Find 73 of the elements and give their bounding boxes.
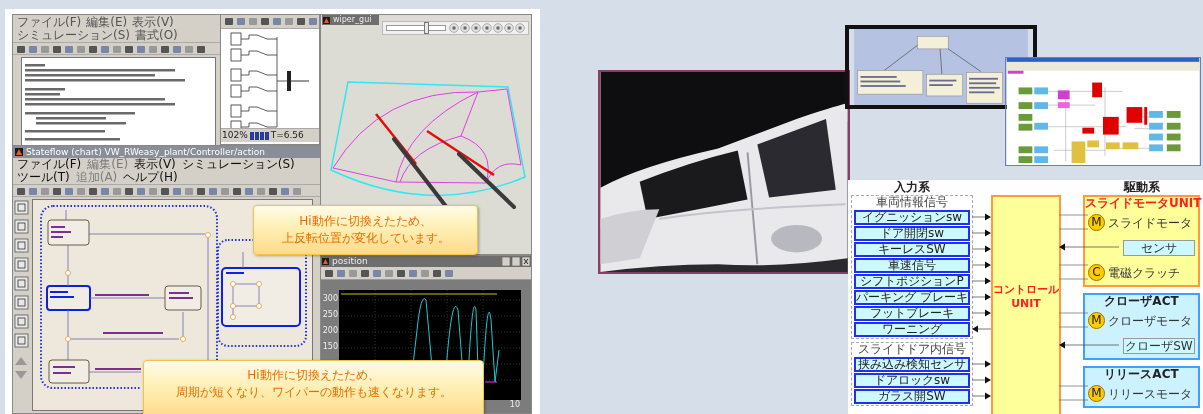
menu-item[interactable]: 編集(E): [86, 16, 128, 29]
group-title: リリースACT: [1103, 368, 1180, 381]
menu-item[interactable]: シミュレーション(S): [17, 29, 130, 42]
slider-track[interactable]: [386, 25, 446, 31]
input-arrow: [972, 261, 991, 269]
signal-box: ガラス開SW: [854, 389, 970, 404]
app-icon: [15, 148, 23, 156]
part-label: 電磁クラッチ: [1108, 264, 1180, 282]
signal-box: ドア開閉sw: [854, 226, 970, 241]
input-arrow: [972, 213, 991, 221]
simulation-time: T=6.56: [270, 128, 304, 142]
signal-box: パーキング ブレーキ: [854, 290, 970, 305]
menu-item[interactable]: ファイル(F): [17, 158, 82, 171]
part-label: クローザモータ: [1108, 312, 1192, 330]
input-arrow: [972, 309, 991, 317]
feedback-arrow: [1059, 341, 1119, 349]
window-title: Stateflow (chart) VW_RWeasy_plant/Controller/action: [26, 146, 265, 158]
input-arrow: [972, 376, 991, 384]
output-arrow: [972, 325, 991, 333]
section-title: 入力系: [894, 180, 930, 194]
input-arrow: [972, 229, 991, 237]
feedback-arrow: [1059, 243, 1119, 251]
app-icon: [322, 258, 329, 265]
axis-tick-label: 200: [322, 327, 338, 335]
part-label: スライドモータ: [1108, 214, 1192, 232]
sensor-box: クローザSW: [1123, 337, 1195, 354]
group-label: スライドドア内信号: [857, 343, 967, 356]
connector-line: [1059, 214, 1090, 230]
part-label: リリースモータ: [1108, 385, 1192, 403]
signal-box: シフトポジションP: [854, 274, 970, 289]
axis-tick-label: 10: [509, 400, 521, 409]
input-arrow: [972, 360, 991, 368]
menu-item[interactable]: 書式(O): [135, 29, 178, 42]
signal-box: 車速信号: [854, 258, 970, 273]
signal-box: ワーニング: [854, 322, 970, 337]
menu-item[interactable]: 表示(V): [132, 16, 174, 29]
signal-box: フットブレーキ: [854, 306, 970, 321]
menu-item[interactable]: 表示(V): [134, 158, 176, 171]
connector-line: [1059, 264, 1090, 280]
connector-line: [1059, 385, 1090, 401]
slider-thumb[interactable]: [424, 22, 430, 34]
callout-text: Hi動作に切換えたため、 周期が短くなり、ワイパーの動作も速くなります。: [175, 367, 452, 401]
input-arrow: [972, 245, 991, 253]
motor-symbol: C: [1088, 264, 1105, 281]
group-title: クローザACT: [1103, 295, 1180, 308]
motor-symbol: M: [1088, 214, 1105, 231]
callout-text: Hi動作に切換えたため、 上反転位置が変化しています。: [281, 213, 450, 247]
unit-label: コントロール UNIT: [993, 283, 1059, 311]
input-arrow: [972, 392, 991, 400]
axis-tick-label: 250: [322, 311, 338, 319]
motor-symbol: M: [1088, 385, 1105, 402]
menu-item[interactable]: ヘルプ(H): [123, 171, 178, 184]
group-label: 車両情報信号: [875, 196, 949, 209]
progress-blocks-drawing: [249, 131, 269, 140]
axis-tick-label: 150: [322, 343, 338, 351]
motor-symbol: M: [1088, 312, 1105, 329]
section-title: 駆動系: [1123, 180, 1160, 194]
menu-item[interactable]: ツール(T): [17, 171, 70, 184]
menu-item[interactable]: シミュレーション(S): [181, 158, 295, 171]
signal-box: キーレスSW: [854, 242, 970, 257]
axis-tick-label: 300: [322, 295, 338, 303]
signal-box: 挟み込み検知センサ: [854, 357, 970, 372]
connector-line: [1059, 312, 1090, 328]
zoom-level: 102%: [222, 128, 248, 142]
input-arrow: [972, 293, 991, 301]
input-arrow: [972, 277, 991, 285]
app-icon: [323, 16, 330, 24]
window-title: wiper_gui: [333, 15, 372, 25]
window-title: position: [332, 256, 368, 267]
sensor-box: センサ: [1123, 239, 1195, 256]
signal-box: ドアロックsw: [854, 373, 970, 388]
menu-item[interactable]: ファイル(F): [17, 16, 82, 29]
signal-box: イグニッションsw: [854, 210, 970, 225]
